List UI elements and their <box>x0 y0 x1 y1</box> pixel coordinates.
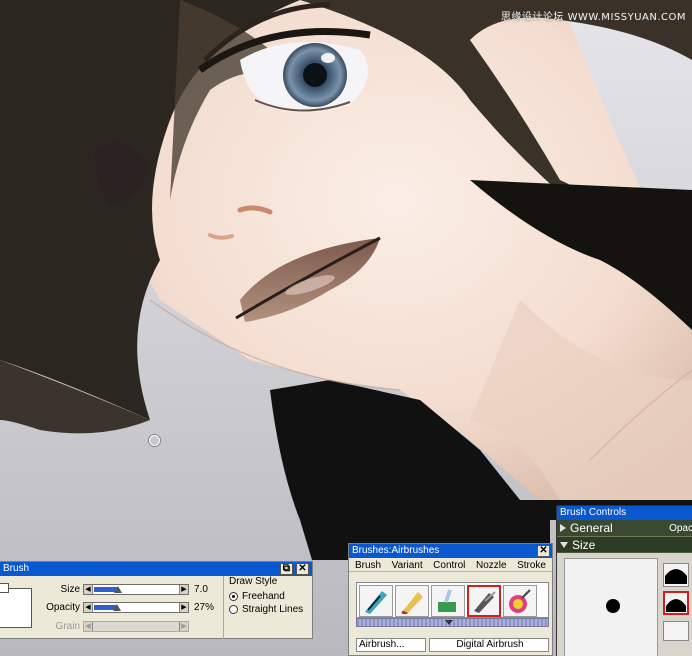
airbrush-icon <box>474 591 496 613</box>
property-bar-titlebar[interactable]: Brush ⧉ ✕ <box>0 562 312 576</box>
straight-lines-radio[interactable] <box>229 605 238 614</box>
brush-category-thumb[interactable] <box>359 585 393 617</box>
hard-tip-button[interactable] <box>663 563 689 587</box>
brush-selector-titlebar[interactable]: Brushes:Airbrushes ✕ <box>349 544 552 558</box>
soft-tip-button[interactable] <box>663 591 689 615</box>
close-button[interactable]: ✕ <box>537 545 550 557</box>
size-value: 7.0 <box>194 584 208 595</box>
watermark-text: 思缘设计论坛 WWW.MISSYUAN.COM <box>500 12 686 23</box>
menu-control[interactable]: Control <box>433 560 465 571</box>
size-section-label: Size <box>572 537 596 552</box>
menu-stroke[interactable]: Stroke <box>517 560 546 571</box>
brush-cursor-icon <box>149 435 160 446</box>
straight-lines-label: Straight Lines <box>242 604 304 615</box>
draw-style-group: Draw Style Freehand Straight Lines <box>223 576 313 639</box>
brush-selector-menu: Brush Variant Control Nozzle Stroke <box>349 558 552 572</box>
freehand-option[interactable]: Freehand <box>229 591 313 602</box>
opacity-label: Opacity <box>46 602 80 613</box>
soft-tip-icon <box>666 599 686 612</box>
brush-size-preview <box>564 558 658 656</box>
opacity-slider[interactable]: ◀ ▶ <box>83 602 189 613</box>
grain-slider: ◀ ▶ <box>83 621 189 632</box>
opacity-increase-arrow-icon[interactable]: ▶ <box>179 603 188 612</box>
brush-controls-palette: Brush Controls General Opac Size <box>556 505 692 656</box>
size-slider[interactable]: ◀ ▶ <box>83 584 189 595</box>
blender-brush-icon <box>365 591 387 614</box>
tip-profile-button[interactable] <box>663 621 689 641</box>
brush-category-strip <box>356 582 549 618</box>
expand-arrow-icon <box>560 524 566 532</box>
brush-category-thumb[interactable] <box>395 585 429 617</box>
paint-brush-icon <box>438 589 456 612</box>
size-decrease-arrow-icon[interactable]: ◀ <box>84 585 93 594</box>
freehand-radio[interactable] <box>229 592 238 601</box>
collapse-arrow-icon <box>560 541 568 548</box>
size-section-body <box>557 553 692 656</box>
brush-selector-palette: Brushes:Airbrushes ✕ Brush Variant Contr… <box>348 543 553 656</box>
general-section-label: General <box>570 521 613 535</box>
brush-controls-titlebar[interactable]: Brush Controls <box>557 506 692 520</box>
brush-dab-dot <box>606 599 620 613</box>
brush-controls-title: Brush Controls <box>560 507 627 518</box>
close-button[interactable]: ✕ <box>296 563 309 575</box>
size-section-header[interactable]: Size <box>557 536 692 552</box>
opacity-slider-thumb[interactable] <box>113 604 121 611</box>
size-slider-thumb[interactable] <box>114 586 122 593</box>
hard-tip-icon <box>665 569 687 584</box>
brush-variant-field[interactable]: Digital Airbrush <box>429 638 549 652</box>
brush-property-bar: Brush ⧉ ✕ Size ◀ ▶ 7.0 Opacity ◀ ▶ 27% G… <box>0 561 313 639</box>
opacity-decrease-arrow-icon[interactable]: ◀ <box>84 603 93 612</box>
color-wheel-brush-icon <box>509 589 531 613</box>
brush-category-thumb[interactable] <box>431 585 465 617</box>
property-bar-title: Brush <box>3 563 30 574</box>
brush-preview-swatch <box>0 583 32 628</box>
pencil-brush-icon <box>401 592 423 614</box>
draw-style-label: Draw Style <box>229 576 278 587</box>
opacity-value: 27% <box>194 602 215 613</box>
menu-variant[interactable]: Variant <box>392 560 423 571</box>
general-opacity-label: Opac <box>669 523 692 534</box>
size-increase-arrow-icon[interactable]: ▶ <box>179 585 188 594</box>
restore-button[interactable]: ⧉ <box>280 563 293 575</box>
chevron-down-icon[interactable] <box>445 620 453 625</box>
grain-decrease-arrow-icon: ◀ <box>84 622 93 631</box>
menu-nozzle[interactable]: Nozzle <box>476 560 507 571</box>
brush-category-thumb[interactable] <box>503 585 537 617</box>
freehand-label: Freehand <box>242 591 285 602</box>
grain-label: Grain <box>55 621 80 632</box>
size-label: Size <box>60 584 80 595</box>
straight-lines-option[interactable]: Straight Lines <box>229 604 313 615</box>
airbrush-category-thumb[interactable] <box>467 585 501 617</box>
menu-brush[interactable]: Brush <box>355 560 381 571</box>
brush-category-field[interactable]: Airbrush... <box>356 638 426 652</box>
brush-strip-expand-bar[interactable] <box>356 618 549 627</box>
grain-increase-arrow-icon: ▶ <box>179 622 188 631</box>
brush-selector-title: Brushes:Airbrushes <box>352 545 440 556</box>
